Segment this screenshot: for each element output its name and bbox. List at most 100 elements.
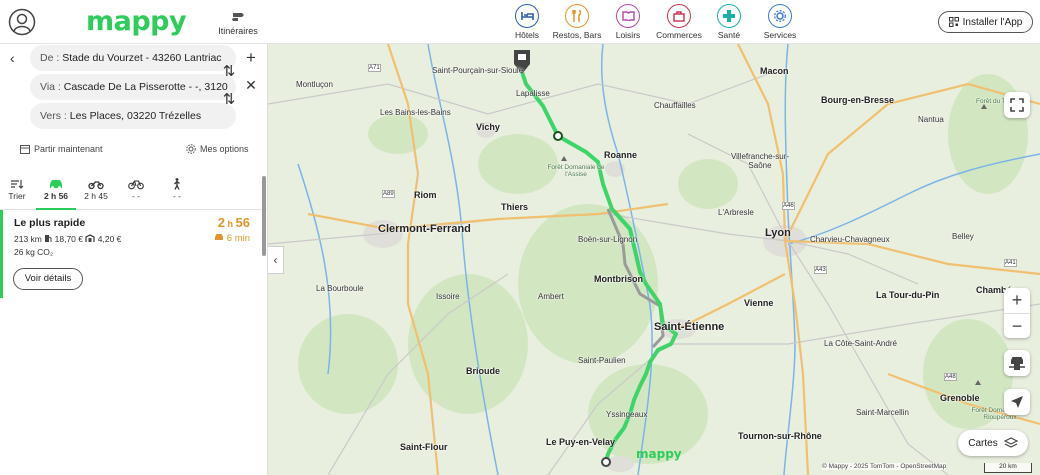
category-hotels[interactable]: Hôtels bbox=[505, 4, 549, 40]
bicycle-icon bbox=[128, 180, 144, 190]
map-label: Vienne bbox=[744, 298, 774, 308]
traffic-car-icon bbox=[215, 234, 224, 240]
road-shield: A46 bbox=[782, 202, 795, 210]
to-field[interactable]: Vers : Les Places, 03220 Trézelles bbox=[30, 103, 236, 129]
category-label: Services bbox=[763, 30, 797, 40]
sort-button[interactable]: Trier bbox=[0, 178, 37, 201]
mode-bicycle[interactable]: - - bbox=[116, 178, 156, 201]
collapse-sidebar-button[interactable]: ‹ bbox=[268, 246, 284, 274]
map-label: Charvieu-Chavagneux bbox=[810, 235, 890, 244]
start-point-marker[interactable] bbox=[601, 457, 611, 467]
from-field[interactable]: De : Stade du Vourzet - 43260 Lantriac bbox=[30, 45, 236, 71]
result-distance: 213 km bbox=[14, 234, 42, 244]
zoom-out-button[interactable]: − bbox=[1004, 314, 1030, 339]
duration-hours-unit: h bbox=[227, 219, 234, 229]
mode-label: Trier bbox=[8, 191, 26, 201]
mode-label: - - bbox=[172, 191, 182, 201]
transport-modes: Trier 2 h 56 2 h 45 - - - - bbox=[0, 174, 268, 210]
options-label: Mes options bbox=[200, 144, 249, 154]
category-services[interactable]: Services bbox=[751, 4, 809, 40]
bed-icon bbox=[515, 4, 539, 28]
geolocate-button[interactable] bbox=[1004, 389, 1030, 415]
gear-icon bbox=[186, 144, 196, 154]
result-duration: 2 h 56 bbox=[218, 215, 250, 230]
toll-icon bbox=[85, 234, 96, 242]
map-canvas[interactable]: Montluçon Saint-Pourçain-sur-Sioule Maco… bbox=[268, 44, 1040, 475]
map-label: L'Arbresle bbox=[718, 208, 754, 217]
fullscreen-button[interactable] bbox=[1004, 92, 1030, 118]
map-label: Chauffailles bbox=[654, 101, 696, 110]
via-point-marker[interactable] bbox=[553, 131, 563, 141]
walk-icon bbox=[174, 178, 180, 190]
category-bar: Hôtels Restos, Bars Loisirs Commerces Sa… bbox=[505, 4, 809, 40]
extra-time-value: 6 min bbox=[226, 233, 250, 244]
traffic-toggle-button[interactable] bbox=[1004, 350, 1030, 376]
map-label: Saint-Paulien bbox=[578, 356, 626, 365]
map-label: Boën-sur-Lignon bbox=[578, 235, 638, 244]
zoom-in-button[interactable]: + bbox=[1004, 288, 1030, 313]
map-label: Le Puy-en-Velay bbox=[546, 437, 616, 447]
swap-icon[interactable]: ⇅ bbox=[222, 62, 236, 80]
result-title: Le plus rapide bbox=[14, 217, 86, 229]
map-label: Macon bbox=[760, 66, 789, 76]
remove-via-icon[interactable]: ✕ bbox=[244, 77, 258, 94]
details-button[interactable]: Voir détails bbox=[13, 268, 83, 290]
result-fuel-cost: 18,70 € bbox=[54, 234, 83, 244]
app-root: mappy Itinéraires Hôtels Restos, Bars Lo… bbox=[0, 0, 1040, 475]
category-restos-bars[interactable]: Restos, Bars bbox=[549, 4, 605, 40]
category-label: Santé bbox=[717, 30, 741, 40]
category-label: Loisirs bbox=[615, 30, 641, 40]
map-label: Bourg-en-Bresse bbox=[821, 95, 895, 105]
via-prefix: Via : bbox=[40, 81, 61, 93]
mode-motorbike[interactable]: 2 h 45 bbox=[76, 178, 116, 201]
car-icon bbox=[50, 180, 62, 189]
map-label: Riom bbox=[414, 190, 437, 200]
mode-walk[interactable]: - - bbox=[157, 178, 197, 201]
map-label: Yssingeaux bbox=[606, 410, 648, 419]
swap-icon[interactable]: ⇅ bbox=[222, 90, 236, 108]
mappy-logo[interactable]: mappy bbox=[86, 6, 187, 37]
user-account-icon[interactable] bbox=[8, 8, 36, 36]
map-label: Montbrison bbox=[594, 274, 643, 284]
map-label: Saint-Flour bbox=[400, 442, 448, 452]
map-label: Clermont-Ferrand bbox=[378, 223, 471, 235]
road-shield: A71 bbox=[368, 64, 381, 72]
category-sante[interactable]: Santé bbox=[707, 4, 751, 40]
result-co2: 26 kg CO₂ bbox=[14, 247, 54, 257]
road-shield: A89 bbox=[382, 190, 395, 198]
route-result-card[interactable]: Le plus rapide 2 h 56 6 min 213 km 18,70… bbox=[0, 210, 262, 298]
from-prefix: De : bbox=[40, 52, 60, 64]
mode-label: 2 h 56 bbox=[43, 191, 69, 201]
map-label: Saint-Marcellin bbox=[856, 408, 909, 417]
leave-now-label: Partir maintenant bbox=[34, 144, 103, 154]
map-label: Roanne bbox=[604, 150, 638, 160]
map-label: Montluçon bbox=[296, 80, 333, 89]
sort-icon bbox=[11, 180, 24, 189]
map-label: Tournon-sur-Rhône bbox=[738, 431, 822, 441]
category-loisirs[interactable]: Loisirs bbox=[605, 4, 651, 40]
map-layers-button[interactable]: Cartes bbox=[958, 430, 1028, 456]
category-label: Hôtels bbox=[514, 30, 540, 40]
leave-now-button[interactable]: Partir maintenant bbox=[20, 144, 103, 154]
map-scale: 20 km bbox=[984, 463, 1032, 473]
map-label: Grenoble bbox=[940, 393, 980, 403]
options-button[interactable]: Mes options bbox=[186, 144, 249, 154]
expand-icon bbox=[1010, 98, 1024, 112]
duration-hours: 2 bbox=[217, 215, 225, 230]
category-commerces[interactable]: Commerces bbox=[651, 4, 707, 40]
add-step-icon[interactable]: + bbox=[244, 48, 258, 68]
back-arrow-icon[interactable]: ‹ bbox=[10, 50, 15, 66]
map-label: Lapalisse bbox=[516, 89, 550, 98]
traffic-icon bbox=[1009, 357, 1025, 370]
map-label: La Tour-du-Pin bbox=[876, 290, 940, 300]
sidebar-scrollbar[interactable] bbox=[262, 176, 266, 256]
via-value: Cascade De La Pisserotte - -, 3120 bbox=[63, 81, 228, 93]
via-field[interactable]: Via : Cascade De La Pisserotte - -, 3120 bbox=[30, 74, 236, 100]
result-extra-time: 6 min bbox=[214, 233, 250, 244]
result-toll-cost: 4,20 € bbox=[97, 234, 122, 244]
map-attribution: © Mappy - 2025 TomTom - OpenStreetMap bbox=[822, 463, 947, 470]
itineraries-button[interactable]: Itinéraires bbox=[216, 10, 260, 36]
map-label: La Bourboule bbox=[316, 284, 364, 293]
install-app-button[interactable]: Installer l'App bbox=[938, 11, 1033, 33]
mode-car[interactable]: 2 h 56 bbox=[36, 178, 76, 210]
